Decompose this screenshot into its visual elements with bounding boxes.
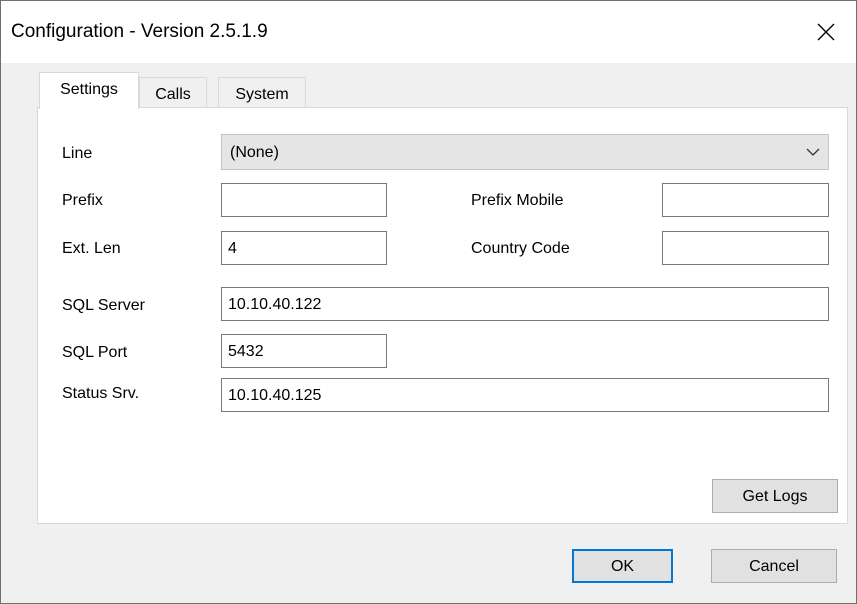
- tab-system[interactable]: System: [218, 77, 306, 107]
- get-logs-button[interactable]: Get Logs: [712, 479, 838, 513]
- settings-panel: Line (None) Prefix Prefix Mobile Ext. Le…: [37, 107, 848, 524]
- ok-button[interactable]: OK: [572, 549, 673, 583]
- prefix-mobile-label: Prefix Mobile: [471, 192, 564, 209]
- tab-calls[interactable]: Calls: [139, 77, 207, 107]
- country-code-field[interactable]: [662, 231, 829, 265]
- window-title: Configuration - Version 2.5.1.9: [11, 21, 268, 42]
- ext-len-label: Ext. Len: [62, 240, 121, 257]
- cancel-button[interactable]: Cancel: [711, 549, 837, 583]
- sql-port-field[interactable]: 5432: [221, 334, 387, 368]
- line-select[interactable]: (None): [221, 134, 829, 170]
- status-srv-label: Status Srv.: [62, 385, 140, 402]
- sql-server-field[interactable]: 10.10.40.122: [221, 287, 829, 321]
- ext-len-field[interactable]: 4: [221, 231, 387, 265]
- chevron-down-icon: [806, 148, 820, 156]
- status-srv-field[interactable]: 10.10.40.125: [221, 378, 829, 412]
- line-label: Line: [62, 145, 93, 162]
- line-select-value: (None): [230, 144, 279, 161]
- config-dialog: Configuration - Version 2.5.1.9 Settings…: [0, 0, 857, 604]
- prefix-mobile-field[interactable]: [662, 183, 829, 217]
- prefix-field[interactable]: [221, 183, 387, 217]
- country-code-label: Country Code: [471, 240, 570, 257]
- title-bar: Configuration - Version 2.5.1.9: [1, 1, 856, 63]
- tab-system-label: System: [235, 86, 289, 103]
- tab-settings-label: Settings: [60, 81, 118, 98]
- tab-settings[interactable]: Settings: [39, 72, 139, 109]
- sql-server-label: SQL Server: [62, 297, 145, 314]
- prefix-label: Prefix: [62, 192, 103, 209]
- sql-port-label: SQL Port: [62, 344, 128, 361]
- tab-calls-label: Calls: [155, 86, 191, 103]
- close-button[interactable]: [796, 1, 856, 63]
- close-icon: [817, 23, 835, 41]
